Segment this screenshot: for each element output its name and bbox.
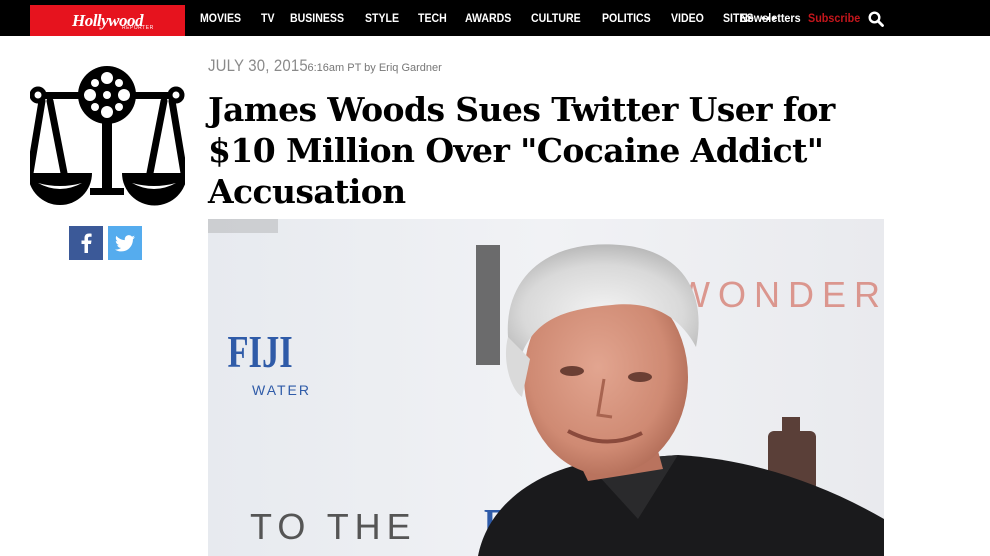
article-photo: FIJI WATER TO THE WONDER FIJI [208, 219, 884, 556]
photo-illustration: FIJI WATER TO THE WONDER FIJI [208, 219, 884, 556]
facebook-icon [81, 233, 92, 253]
article-headline: James Woods Sues Twitter User for $10 Mi… [208, 90, 835, 211]
nav-item-business[interactable]: BUSINESS [290, 11, 344, 25]
nav-item-tv[interactable]: TV [261, 11, 275, 25]
nav-item-tech[interactable]: TECH [418, 11, 447, 25]
backdrop-water-text: WATER [252, 382, 311, 398]
newsletters-link[interactable]: Newsletters [740, 0, 801, 36]
subscribe-link[interactable]: Subscribe [808, 0, 860, 36]
nav-item-video[interactable]: VIDEO [671, 11, 704, 25]
nav-item-awards[interactable]: AWARDS [465, 11, 511, 25]
nav-item-movies[interactable]: MOVIES [200, 11, 241, 25]
nav-item-politics[interactable]: POLITICS [602, 11, 651, 25]
backdrop-fiji-logo: FIJI [228, 326, 293, 377]
nav-item-culture[interactable]: CULTURE [531, 11, 581, 25]
backdrop-title-wonder: WONDER [676, 274, 884, 315]
twitter-share-button[interactable] [108, 226, 142, 260]
article-byline: 6:16am PT by Eriq Gardner [307, 62, 442, 74]
article-dateline: JULY 30, 2015 6:16am PT by Eriq Gardner [208, 56, 442, 78]
facebook-share-button[interactable] [69, 226, 103, 260]
top-navigation-bar: Hollywood REPORTER MOVIES TV BUSINESS ST… [0, 0, 990, 36]
site-logo[interactable]: Hollywood REPORTER [30, 5, 185, 36]
main-nav: MOVIES TV BUSINESS STYLE TECH AWARDS CUL… [200, 0, 777, 36]
logo-subtext: REPORTER [122, 25, 154, 31]
backdrop-title-line1: TO THE [250, 506, 417, 547]
scales-of-justice-film-reel-icon [30, 66, 185, 206]
article-date: JULY 30, 2015 [208, 56, 308, 75]
search-icon[interactable] [868, 11, 884, 27]
twitter-icon [115, 234, 135, 251]
nav-item-style[interactable]: STYLE [365, 11, 399, 25]
